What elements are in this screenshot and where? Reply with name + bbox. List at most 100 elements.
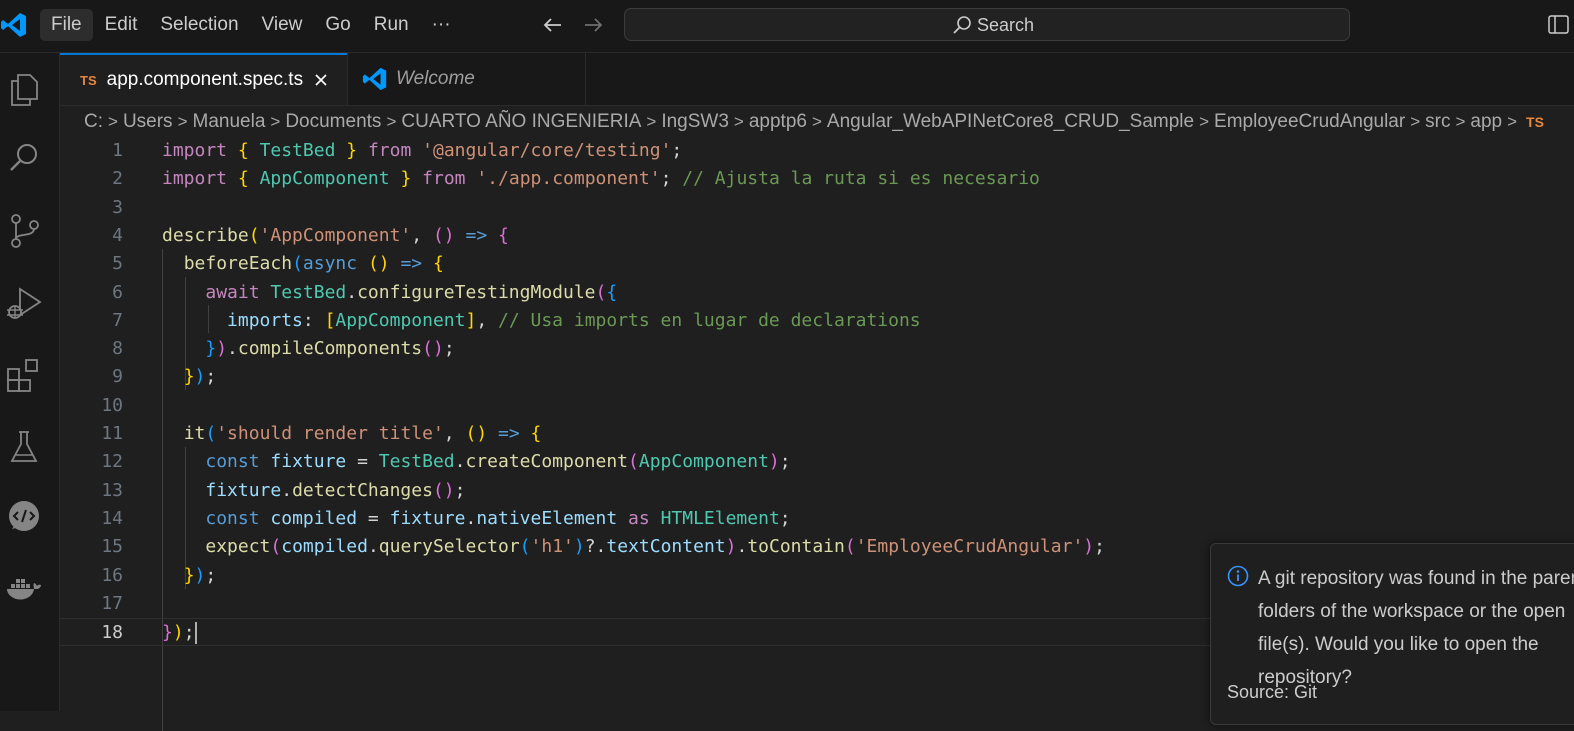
code-token: ) — [194, 366, 206, 388]
code-line[interactable]: 9 }); — [60, 363, 1574, 391]
menu-view[interactable]: View — [251, 9, 314, 41]
code-token: compiled — [270, 507, 358, 529]
code-line[interactable]: 4 describe('AppComponent', () => { — [60, 222, 1574, 250]
code-token: as — [628, 507, 650, 529]
line-number: 16 — [101, 564, 123, 586]
breadcrumb-item[interactable]: app — [1470, 111, 1502, 133]
explorer-icon[interactable] — [4, 69, 44, 109]
source-control-icon[interactable] — [4, 211, 44, 251]
breadcrumb-item[interactable]: apptp6 — [749, 111, 807, 133]
menu-run[interactable]: Run — [363, 9, 420, 41]
code-token: ; — [779, 507, 791, 529]
code-chat-icon[interactable] — [4, 497, 44, 537]
code-line[interactable]: 11 it('should render title', () => { — [60, 420, 1574, 448]
code-line[interactable]: 14 const compiled = fixture.nativeElemen… — [60, 505, 1574, 533]
command-center-search[interactable]: Search — [624, 8, 1350, 41]
code-line[interactable]: 8 }).compileComponents(); — [60, 335, 1574, 363]
menu-selection[interactable]: Selection — [149, 9, 249, 41]
code-token: from — [422, 168, 466, 190]
code-token: ( — [248, 224, 260, 246]
code-line[interactable]: 12 const fixture = TestBed.createCompone… — [60, 448, 1574, 476]
code-token: ?. — [584, 536, 607, 558]
code-token: ) — [725, 536, 737, 558]
code-token: HTMLElement — [660, 507, 780, 529]
breadcrumb-item[interactable]: EmployeeCrudAngular — [1214, 111, 1405, 133]
code-token: AppComponent — [259, 168, 390, 190]
menu-file[interactable]: File — [40, 9, 93, 41]
code-token: ) — [216, 338, 228, 360]
breadcrumb-item[interactable]: src — [1425, 111, 1450, 133]
breadcrumb-item[interactable]: CUARTO AÑO INGENIERIA — [401, 111, 641, 133]
search-view-icon[interactable] — [4, 138, 44, 178]
code-token: it — [183, 423, 206, 444]
code-token: ( — [628, 451, 639, 473]
line-number: 2 — [112, 168, 123, 190]
code-line[interactable]: 3 — [60, 194, 1574, 222]
menu-edit[interactable]: Edit — [94, 9, 149, 41]
code-token: , — [411, 224, 433, 246]
code-token: { — [237, 168, 249, 190]
line-number: 1 — [112, 140, 123, 161]
code-token: . — [465, 507, 477, 529]
editor-tab-bar: TS app.component.spec.ts Welcome — [60, 53, 1574, 106]
code-token: = — [357, 507, 390, 529]
close-icon[interactable] — [313, 72, 329, 88]
docker-icon[interactable] — [4, 569, 44, 609]
tab-app-component-spec[interactable]: TS app.component.spec.ts — [60, 53, 347, 105]
tab-welcome[interactable]: Welcome — [347, 53, 586, 105]
code-line[interactable]: 10 — [60, 392, 1574, 420]
code-text: }); — [162, 363, 217, 391]
breadcrumb-item[interactable]: Documents — [285, 111, 381, 133]
code-token: } — [346, 140, 358, 161]
code-line[interactable]: 2 import { AppComponent } from './app.com… — [60, 165, 1574, 193]
extensions-icon[interactable] — [4, 355, 44, 395]
forward-arrow-icon[interactable] — [580, 12, 606, 38]
code-token: . — [227, 338, 238, 360]
chevron-right-icon: > — [1455, 112, 1466, 131]
typescript-file-icon[interactable]: TS — [1526, 114, 1544, 130]
code-token: ( — [595, 281, 607, 303]
menu-go[interactable]: Go — [314, 9, 361, 41]
code-token: // Usa imports en lugar de declarations — [498, 309, 921, 331]
code-line[interactable]: 13 fixture.detectChanges(); — [60, 477, 1574, 505]
code-token: => — [498, 423, 520, 444]
breadcrumb-item[interactable]: C: — [84, 111, 103, 133]
code-token: , — [443, 423, 466, 444]
toggle-sidebar-icon[interactable] — [1546, 14, 1570, 36]
menu-more[interactable]: ··· — [421, 9, 462, 41]
breadcrumb-item[interactable]: Manuela — [193, 111, 266, 133]
line-number: 3 — [112, 196, 123, 218]
breadcrumb-item[interactable]: IngSW3 — [661, 111, 729, 133]
code-text: }).compileComponents(); — [162, 335, 454, 363]
breadcrumb-item[interactable]: Angular_WebAPINetCore8_CRUD_Sample — [827, 111, 1194, 133]
menu-bar: File Edit Selection View Go Run ··· — [40, 9, 463, 41]
code-token: () — [367, 253, 390, 275]
tab-label: Welcome — [396, 68, 475, 89]
code-line[interactable]: 1 import { TestBed } from '@angular/core/… — [60, 137, 1574, 165]
run-and-debug-icon[interactable] — [4, 283, 44, 323]
code-token: TestBed — [259, 140, 336, 161]
code-text: beforeEach(async () => { — [162, 250, 444, 278]
code-token: () — [422, 338, 444, 360]
title-bar: File Edit Selection View Go Run ··· Sear… — [0, 0, 1574, 53]
code-text: await TestBed.configureTestingModule({ — [162, 279, 617, 307]
code-text: }); — [162, 619, 197, 647]
code-token: fixture — [270, 451, 347, 473]
testing-flask-icon[interactable] — [4, 427, 44, 467]
back-arrow-icon[interactable] — [540, 12, 566, 38]
code-line[interactable]: 5 beforeEach(async () => { — [60, 250, 1574, 278]
code-line[interactable]: 7 imports: [AppComponent], // Usa import… — [60, 307, 1574, 335]
code-line[interactable]: 6 await TestBed.configureTestingModule({ — [60, 279, 1574, 307]
breadcrumb-item[interactable]: Users — [123, 111, 173, 133]
